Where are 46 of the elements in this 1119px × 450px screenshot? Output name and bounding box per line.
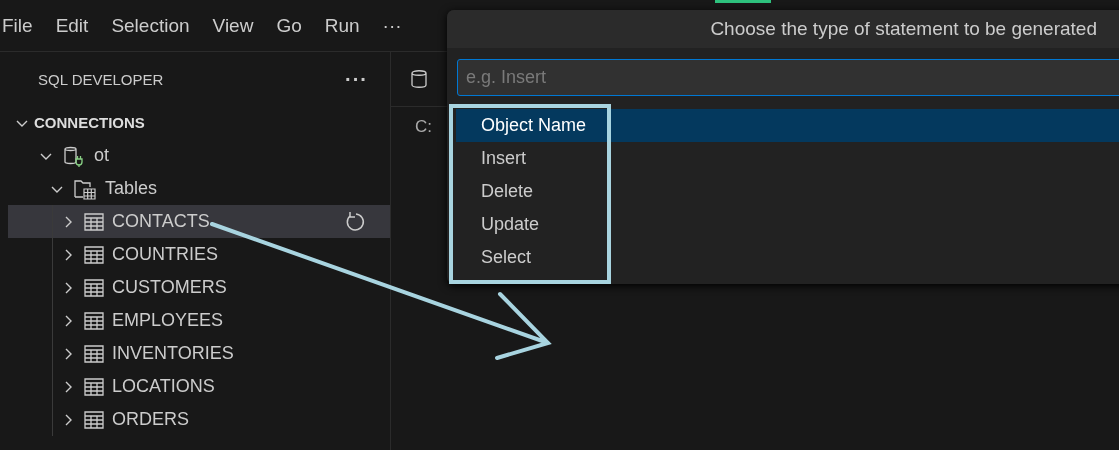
tree-item[interactable]: COUNTRIES [8, 238, 390, 271]
tree-item[interactable]: ORDERS [8, 403, 390, 436]
menu-item[interactable]: Go [276, 14, 302, 37]
tree-item-label: ot [94, 145, 109, 166]
menu-item[interactable]: View [212, 14, 254, 37]
tree-item-label: CUSTOMERS [112, 277, 227, 298]
list-item[interactable]: Delete [456, 175, 1119, 208]
tree-item[interactable]: EMPLOYEES [8, 304, 390, 337]
breadcrumb[interactable]: C: [415, 117, 432, 137]
section-header[interactable]: CONNECTIONS [8, 106, 390, 139]
table-icon [84, 376, 104, 397]
active-indicator [715, 0, 771, 3]
table-icon [84, 343, 104, 364]
quick-pick-title: Choose the type of statement to be generated [447, 10, 1119, 48]
list-item[interactable]: Select [456, 241, 1119, 274]
sidebar-title: SQL DEVELOPER [38, 70, 164, 88]
tree-item-label: INVENTORIES [112, 343, 234, 364]
list-item[interactable]: Update [456, 208, 1119, 241]
tree-item[interactable]: LOCATIONS [8, 370, 390, 403]
input-field[interactable]: e.g. Insert [457, 59, 1119, 96]
tree-item[interactable]: INVENTORIES [8, 337, 390, 370]
menu-item[interactable]: Selection [111, 14, 190, 37]
table-icon [84, 211, 104, 232]
refresh-icon[interactable] [344, 210, 366, 233]
table-icon [84, 277, 104, 298]
table-icon [84, 310, 104, 331]
menu-item[interactable]: Edit [55, 14, 89, 37]
database-icon[interactable] [411, 69, 427, 89]
menu-item[interactable]: File [2, 14, 33, 37]
tree-item[interactable]: CUSTOMERS [8, 271, 390, 304]
tree-item-label: COUNTRIES [112, 244, 218, 265]
tree-item-label: EMPLOYEES [112, 310, 224, 331]
tree-item-label: ORDERS [112, 409, 189, 430]
tree-item-label: Tables [105, 178, 158, 199]
list-item[interactable]: Object Name [456, 109, 1119, 142]
menu-item[interactable]: Run [324, 14, 360, 37]
tree-item-label: LOCATIONS [112, 376, 215, 397]
tree-item-label: CONTACTS [112, 211, 210, 232]
tree-item[interactable]: Tables [8, 172, 390, 205]
more-actions-button[interactable]: ··· [345, 67, 368, 91]
table-icon [84, 244, 104, 265]
menu-item[interactable]: ··· [382, 14, 402, 37]
tree-item[interactable]: ot [8, 139, 390, 172]
table-icon [84, 409, 104, 430]
tree-item[interactable]: CONTACTS [8, 205, 390, 238]
list-item[interactable]: Insert [456, 142, 1119, 175]
